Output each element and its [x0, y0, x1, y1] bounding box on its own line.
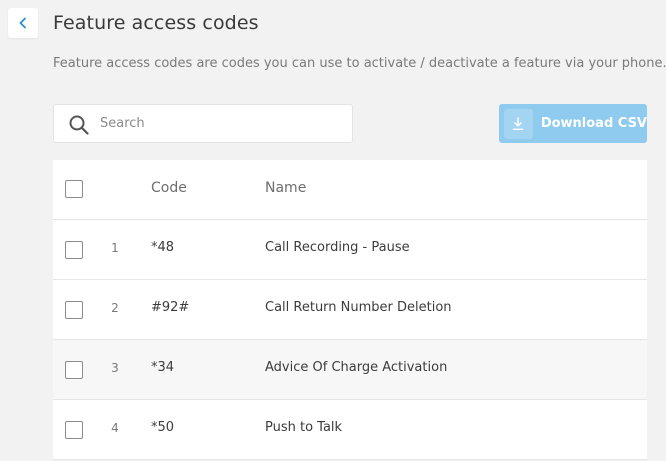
search-icon: [69, 115, 89, 135]
column-header-code[interactable]: Code: [151, 180, 187, 196]
row-name: Push to Talk: [265, 420, 343, 435]
chevron-left-icon: [19, 17, 26, 29]
row-code: *34: [151, 360, 175, 375]
download-csv-label: Download CSV: [540, 116, 647, 131]
page-header: Feature access codes: [0, 0, 666, 48]
feature-codes-table: Code Name 1 *48 Call Recording - Pause 2…: [53, 160, 647, 460]
table-row[interactable]: 2 #92# Call Return Number Deletion: [53, 280, 647, 340]
page-description: Feature access codes are codes you can u…: [53, 56, 666, 71]
search-box: [53, 104, 353, 143]
row-index: 3: [111, 361, 119, 375]
download-icon: [513, 116, 524, 130]
row-index: 2: [111, 301, 119, 315]
table-header-row: Code Name: [53, 160, 647, 220]
row-name: Advice Of Charge Activation: [265, 360, 448, 375]
page-title: Feature access codes: [53, 12, 259, 34]
column-header-name[interactable]: Name: [265, 180, 306, 196]
row-name: Call Recording - Pause: [265, 240, 410, 255]
table-row[interactable]: 1 *48 Call Recording - Pause: [53, 220, 647, 280]
download-csv-button[interactable]: Download CSV: [499, 104, 647, 143]
row-checkbox[interactable]: [65, 301, 83, 319]
row-code: *50: [151, 420, 175, 435]
back-button[interactable]: [8, 8, 38, 38]
row-code: *48: [151, 240, 175, 255]
row-name: Call Return Number Deletion: [265, 300, 452, 315]
row-checkbox[interactable]: [65, 421, 83, 439]
table-row[interactable]: 3 *34 Advice Of Charge Activation: [53, 340, 647, 400]
row-checkbox[interactable]: [65, 241, 83, 259]
search-input[interactable]: [100, 105, 340, 142]
select-all-checkbox[interactable]: [65, 180, 83, 198]
row-index: 1: [111, 241, 119, 255]
download-icon-box: [504, 108, 533, 139]
table-row[interactable]: 4 *50 Push to Talk: [53, 400, 647, 460]
row-checkbox[interactable]: [65, 361, 83, 379]
row-code: #92#: [151, 300, 190, 315]
row-index: 4: [111, 421, 119, 435]
